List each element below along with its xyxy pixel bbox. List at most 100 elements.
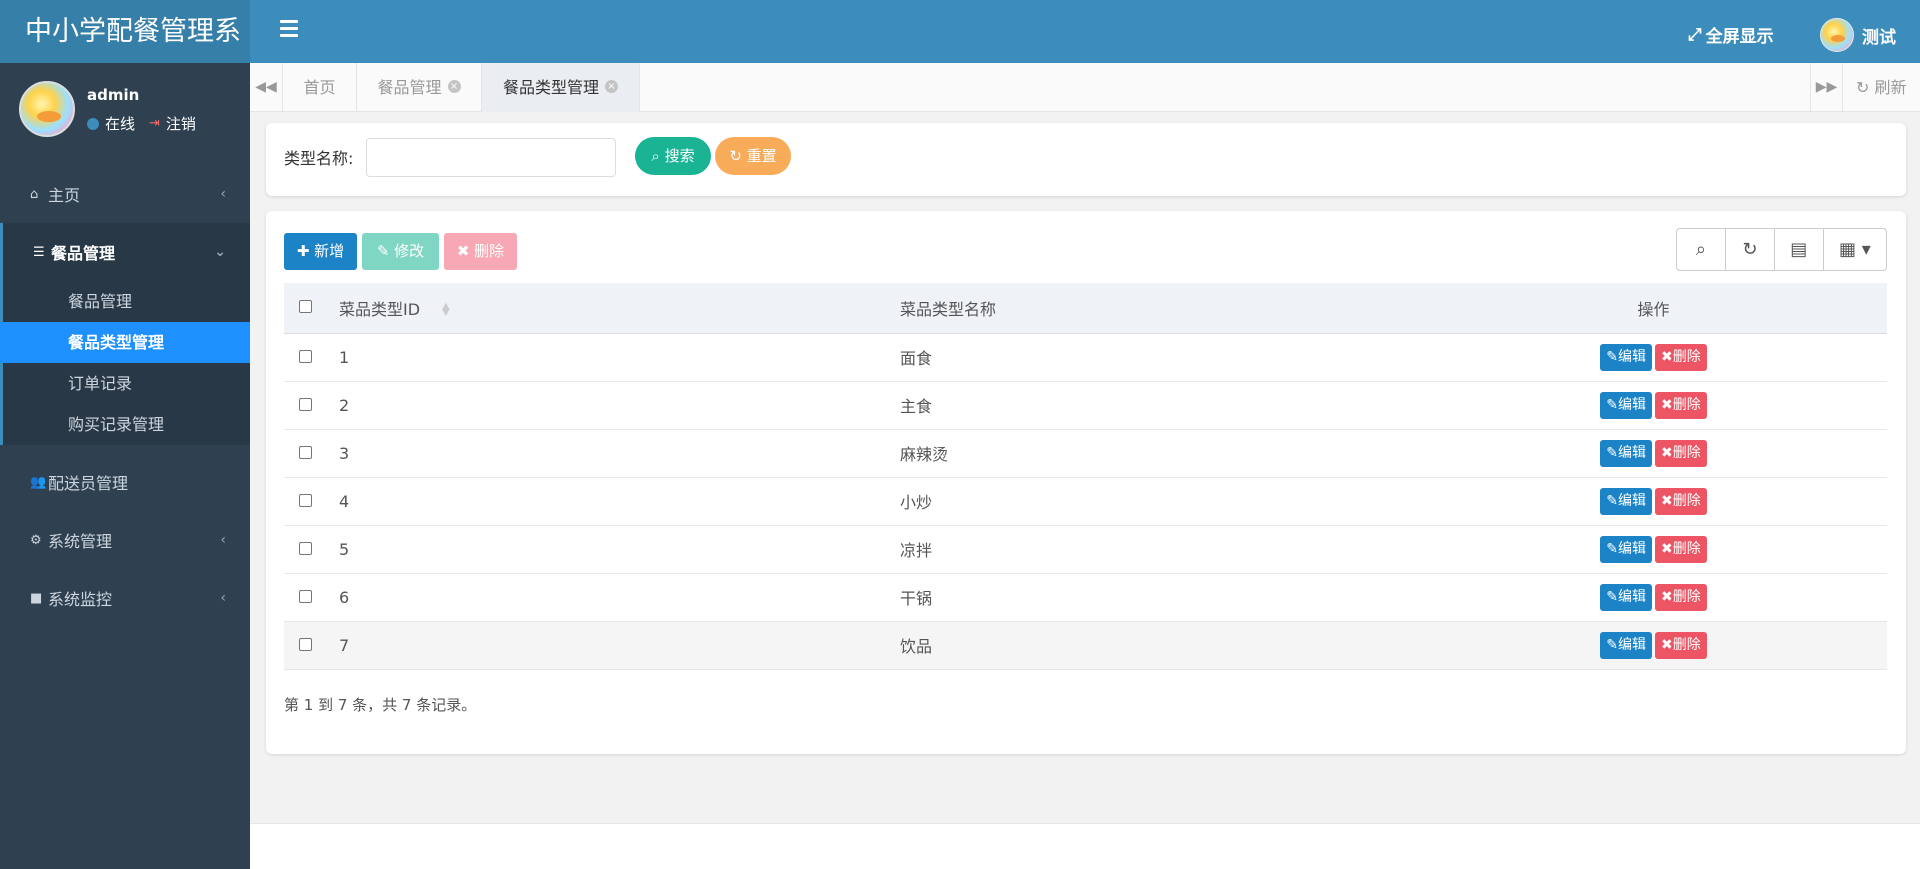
cell-name: 凉拌	[900, 525, 1420, 574]
search-button[interactable]: ⌕ 搜索	[635, 137, 711, 175]
row-delete-label: 删除	[1672, 444, 1701, 461]
columns-dropdown-icon[interactable]: ▦ ▾	[1824, 229, 1886, 270]
row-edit-button[interactable]: ✎编辑	[1600, 439, 1652, 467]
table-row: 1 面食 ✎编辑 ✖删除	[284, 333, 1887, 382]
refresh-table-icon[interactable]: ↻	[1726, 229, 1775, 270]
server-icon: ☰	[33, 244, 45, 260]
tab-home[interactable]: 首页	[283, 63, 357, 112]
row-edit-button[interactable]: ✎编辑	[1600, 583, 1652, 611]
close-icon[interactable]: ×	[605, 80, 618, 93]
row-edit-button[interactable]: ✎编辑	[1600, 535, 1652, 563]
row-delete-button[interactable]: ✖删除	[1655, 391, 1707, 419]
row-checkbox[interactable]	[299, 589, 312, 603]
add-button[interactable]: ✚ 新增	[284, 233, 357, 270]
cell-id: 5	[339, 525, 900, 574]
row-delete-label: 删除	[1672, 396, 1701, 413]
table-tools: ⌕ ↻ ▤ ▦ ▾	[1676, 228, 1887, 271]
row-delete-button[interactable]: ✖删除	[1655, 631, 1707, 659]
meal-type-table: 菜品类型ID ▲ ▼ 菜品类型名称 操作 1 面食 ✎编辑 ✖删除 2 主食 ✎编辑 ✖删除 3 麻辣…	[284, 283, 1887, 670]
row-delete-button[interactable]: ✖删除	[1655, 343, 1707, 371]
sidebar-subitem-meal[interactable]: 餐品管理	[3, 281, 250, 322]
type-name-input[interactable]	[366, 138, 616, 177]
cell-name: 面食	[900, 333, 1420, 382]
row-edit-label: 编辑	[1618, 396, 1646, 413]
row-checkbox[interactable]	[299, 493, 312, 507]
plus-icon: ✚	[296, 242, 310, 260]
tab-scroll-right-icon[interactable]: ▶▶	[1810, 63, 1843, 112]
chevron-left-icon: ‹	[220, 590, 226, 606]
header-user-menu[interactable]: 测试	[1820, 18, 1896, 52]
row-delete-label: 删除	[1672, 588, 1701, 605]
row-delete-button[interactable]: ✖删除	[1655, 487, 1707, 515]
row-delete-button[interactable]: ✖删除	[1655, 583, 1707, 611]
cell-name: 干锅	[900, 573, 1420, 622]
pagination-info: 第 1 到 7 条，共 7 条记录。	[284, 696, 477, 714]
avatar	[19, 81, 75, 137]
row-delete-label: 删除	[1672, 636, 1701, 653]
sidebar-item-monitor[interactable]: ■ 系统监控 ‹	[0, 569, 250, 627]
table-row: 7 饮品 ✎编辑 ✖删除	[284, 621, 1887, 670]
row-delete-label: 删除	[1672, 348, 1701, 365]
sidebar-item-home[interactable]: ⌂ 主页 ‹	[0, 165, 250, 223]
column-header-name: 菜品类型名称	[900, 283, 1420, 334]
cell-id: 4	[339, 477, 900, 526]
toggle-view-icon[interactable]: ▤	[1775, 229, 1824, 270]
row-delete-button[interactable]: ✖删除	[1655, 535, 1707, 563]
delete-button[interactable]: ✖ 删除	[444, 233, 517, 270]
row-edit-button[interactable]: ✎编辑	[1600, 631, 1652, 659]
cell-name: 饮品	[900, 621, 1420, 670]
delete-button-label: 删除	[474, 242, 505, 260]
sidebar-item-system[interactable]: ⚙ 系统管理 ‹	[0, 511, 250, 569]
logout-link[interactable]: 注销	[166, 113, 196, 134]
column-header-id[interactable]: 菜品类型ID ▲ ▼	[339, 283, 900, 334]
chevron-down-icon: ⌄	[214, 244, 226, 260]
select-all-checkbox[interactable]	[299, 300, 312, 314]
app-title: 中小学配餐管理系	[0, 0, 250, 63]
sort-icon[interactable]: ▲ ▼	[442, 302, 450, 318]
row-checkbox[interactable]	[299, 637, 312, 651]
row-edit-button[interactable]: ✎编辑	[1600, 391, 1652, 419]
table-row: 2 主食 ✎编辑 ✖删除	[284, 381, 1887, 430]
edit-button-label: 修改	[394, 242, 425, 260]
sidebar-subitem-purchases[interactable]: 购买记录管理	[3, 404, 250, 445]
sidebar-item-label: 配送员管理	[48, 474, 129, 493]
row-edit-button[interactable]: ✎编辑	[1600, 487, 1652, 515]
online-dot-icon	[87, 117, 99, 130]
gear-icon: ⚙	[30, 532, 42, 548]
row-edit-button[interactable]: ✎编辑	[1600, 343, 1652, 371]
refresh-button[interactable]: ↻ 刷新	[1856, 63, 1907, 112]
cell-name: 小炒	[900, 477, 1420, 526]
toggle-search-icon[interactable]: ⌕	[1677, 229, 1726, 270]
sidebar-subitem-meal-type[interactable]: 餐品类型管理	[0, 322, 250, 363]
times-icon: ✖	[1661, 348, 1673, 365]
sidebar-item-label: 主页	[48, 186, 81, 205]
table-row: 5 凉拌 ✎编辑 ✖删除	[284, 525, 1887, 574]
close-icon[interactable]: ×	[447, 80, 461, 93]
table-row: 6 干锅 ✎编辑 ✖删除	[284, 573, 1887, 622]
logout-icon[interactable]: ⇥	[149, 116, 160, 131]
times-icon: ✖	[1661, 540, 1673, 557]
row-checkbox[interactable]	[299, 541, 312, 555]
fullscreen-label: 全屏显示	[1705, 27, 1774, 47]
tab-meal-type[interactable]: 餐品类型管理 ×	[482, 63, 640, 112]
row-checkbox[interactable]	[299, 397, 312, 411]
column-header-operation: 操作	[1420, 283, 1887, 334]
times-icon: ✖	[1661, 636, 1673, 653]
sidebar-item-meal-mgmt[interactable]: ☰ 餐品管理 ⌄	[3, 223, 250, 281]
sidebar-item-label: 系统监控	[48, 590, 113, 609]
sidebar-item-courier[interactable]: 👥 配送员管理	[0, 453, 250, 511]
reset-button[interactable]: ↻ 重置	[715, 137, 791, 175]
tab-scroll-left-icon[interactable]: ◀◀	[250, 63, 283, 112]
sidebar-subitem-orders[interactable]: 订单记录	[3, 363, 250, 404]
edit-icon: ✎	[376, 242, 390, 260]
row-checkbox[interactable]	[299, 445, 312, 459]
chevron-left-icon: ‹	[220, 532, 226, 548]
fullscreen-button[interactable]: ⤢ 全屏显示	[1688, 22, 1774, 48]
row-checkbox[interactable]	[299, 349, 312, 363]
header-user-name: 测试	[1862, 27, 1896, 48]
tab-meal[interactable]: 餐品管理 ×	[357, 63, 482, 112]
edit-button[interactable]: ✎ 修改	[362, 233, 439, 270]
search-panel: 类型名称: ⌕ 搜索 ↻ 重置	[266, 123, 1906, 196]
menu-toggle-icon[interactable]	[280, 20, 298, 42]
row-delete-button[interactable]: ✖删除	[1655, 439, 1707, 467]
